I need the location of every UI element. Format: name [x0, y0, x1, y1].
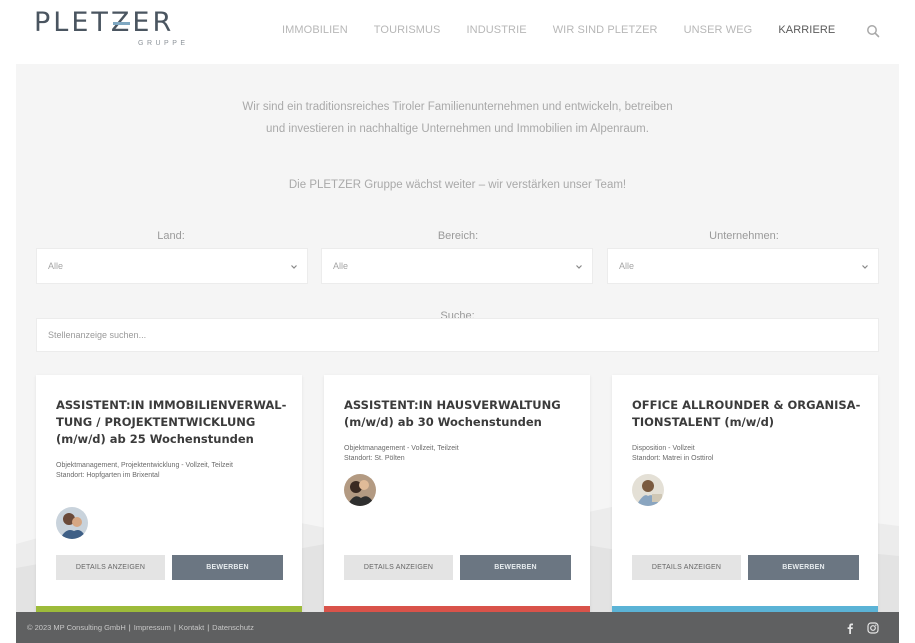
nav-tourismus[interactable]: TOURISMUS	[374, 24, 441, 36]
job-title[interactable]: ASSISTENT:IN IMMOBILIENVERWAL-TUNG / PRO…	[56, 397, 291, 448]
nav-wir-sind-pletzer[interactable]: WIR SIND PLETZER	[553, 24, 658, 36]
footer-separator: |	[173, 623, 176, 632]
bereich-select-value: Alle	[333, 261, 349, 271]
job-location: Standort: Hopfgarten im Brixental	[56, 471, 160, 479]
footer-separator: |	[207, 623, 210, 632]
unternehmen-select-value: Alle	[619, 261, 635, 271]
job-meta: Objektmanagement - Vollzeit, Teilzeit St…	[344, 444, 554, 463]
apply-button[interactable]: BEWERBEN	[172, 555, 283, 580]
job-category: Objektmanagement, Projektentwicklung - V…	[56, 462, 233, 469]
footer-separator: |	[128, 623, 131, 632]
job-image-avatar	[56, 507, 88, 539]
footer-link-impressum[interactable]: Impressum	[134, 623, 171, 632]
details-button[interactable]: DETAILS ANZEIGEN	[344, 555, 453, 580]
job-title[interactable]: OFFICE ALLROUNDER & ORGANISA-TIONSTALENT…	[632, 397, 867, 431]
site-footer: © 2023 MP Consulting GmbH | Impressum | Kont…	[16, 612, 899, 643]
footer-links: © 2023 MP Consulting GmbH | Impressum | Kont…	[27, 623, 254, 632]
job-location: Standort: Matrei in Osttirol	[632, 454, 714, 462]
job-image-avatar	[344, 474, 376, 506]
land-select-value: Alle	[48, 261, 64, 271]
logo-subtitle: GRUPPE	[138, 40, 189, 47]
job-card[interactable]: OFFICE ALLROUNDER & ORGANISA-TIONSTALENT…	[612, 375, 878, 612]
job-card[interactable]: ASSISTENT:IN HAUSVERWALTUNG (m/w/d) ab 3…	[324, 375, 590, 612]
land-select[interactable]: Alle	[36, 248, 308, 284]
main-navigation: IMMOBILIEN TOURISMUS INDUSTRIE WIR SIND …	[282, 22, 861, 38]
job-image-avatar	[632, 474, 664, 506]
footer-link-kontakt[interactable]: Kontakt	[179, 623, 204, 632]
chevron-down-icon	[576, 265, 582, 269]
search-icon[interactable]	[866, 24, 880, 38]
instagram-icon[interactable]	[867, 622, 879, 634]
job-card[interactable]: ASSISTENT:IN IMMOBILIENVERWAL-TUNG / PRO…	[36, 375, 302, 612]
apply-button[interactable]: BEWERBEN	[460, 555, 571, 580]
land-label: Land:	[157, 230, 185, 242]
job-title[interactable]: ASSISTENT:IN HAUSVERWALTUNG (m/w/d) ab 3…	[344, 397, 579, 431]
job-category: Objektmanagement - Vollzeit, Teilzeit	[344, 445, 459, 452]
job-location: Standort: St. Pölten	[344, 454, 405, 462]
details-button[interactable]: DETAILS ANZEIGEN	[56, 555, 165, 580]
nav-karriere[interactable]: KARRIERE	[778, 24, 835, 36]
details-button[interactable]: DETAILS ANZEIGEN	[632, 555, 741, 580]
apply-button[interactable]: BEWERBEN	[748, 555, 859, 580]
unternehmen-label: Unternehmen:	[709, 230, 779, 242]
intro-text: Wir sind ein traditionsreiches Tiroler F…	[242, 101, 673, 135]
nav-unser-weg[interactable]: UNSER WEG	[684, 24, 753, 36]
nav-industrie[interactable]: INDUSTRIE	[467, 24, 527, 36]
site-header: PLETZ ER GRUPPE IMMOBILIEN TOURISMUS INDU…	[0, 0, 915, 62]
footer-link-datenschutz[interactable]: Datenschutz	[212, 623, 254, 632]
career-section: Wir sind ein traditionsreiches Tiroler F…	[16, 64, 899, 612]
chevron-down-icon	[291, 265, 297, 269]
chevron-down-icon	[862, 265, 868, 269]
nav-immobilien[interactable]: IMMOBILIEN	[282, 24, 348, 36]
footer-copyright: © 2023 MP Consulting GmbH	[27, 623, 126, 632]
job-category: Disposition - Vollzeit	[632, 445, 695, 452]
intro-tagline: Die PLETZER Gruppe wächst weiter – wir v…	[288, 179, 627, 191]
logo-wordmark: PLETZ ER	[34, 7, 175, 38]
job-meta: Disposition - Vollzeit Standort: Matrei …	[632, 444, 842, 463]
bereich-select[interactable]: Alle	[321, 248, 593, 284]
job-meta: Objektmanagement, Projektentwicklung - V…	[56, 461, 266, 480]
facebook-icon[interactable]	[844, 622, 856, 634]
job-search-input[interactable]	[36, 318, 879, 352]
unternehmen-select[interactable]: Alle	[607, 248, 879, 284]
bereich-label: Bereich:	[437, 230, 479, 242]
pletzer-logo[interactable]: PLETZ ER GRUPPE	[34, 8, 194, 56]
